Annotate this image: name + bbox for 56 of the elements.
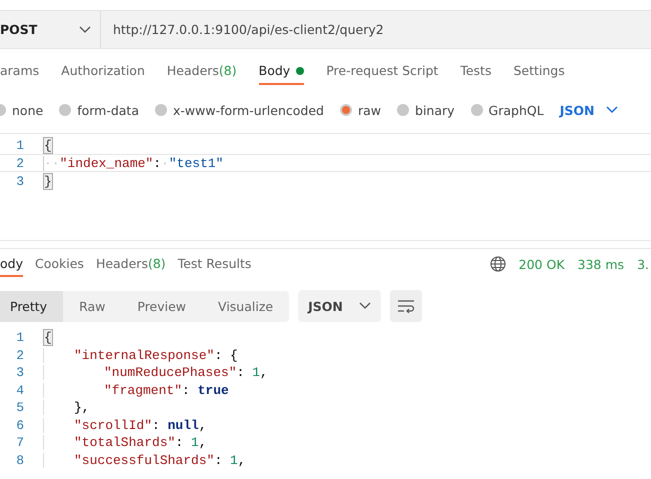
body-type-radio[interactable]: none [0, 102, 44, 118]
status-code: 200 OK [518, 256, 565, 272]
body-type-radio[interactable]: form-data [59, 102, 139, 118]
format-dropdown[interactable]: JSON [560, 102, 618, 118]
view-mode-tab[interactable]: Visualize [202, 290, 290, 322]
code-line: } [43, 174, 52, 188]
line-number: 1 [15, 330, 24, 346]
line-number: 3 [15, 174, 24, 188]
request-tab[interactable]: Authorization [61, 63, 145, 85]
body-type-radio[interactable]: raw [340, 102, 382, 118]
code-line: }, [43, 400, 90, 416]
wrap-lines-button[interactable] [390, 290, 422, 322]
line-number: 5 [15, 400, 24, 416]
request-tab[interactable]: Headers(8) [166, 63, 237, 85]
body-type-radio[interactable]: x-www-form-urlencoded [155, 102, 324, 118]
line-number: 2 [15, 156, 24, 170]
response-tab[interactable]: Test Results [178, 256, 252, 277]
line-number: 7 [15, 435, 24, 450]
line-number: 4 [15, 382, 24, 398]
code-line: ··"index_name":·"test1" [43, 156, 224, 170]
code-line: "numReducePhases": 1, [43, 365, 268, 380]
line-number: 2 [15, 348, 24, 363]
body-type-radio[interactable]: binary [397, 102, 455, 118]
method-dropdown[interactable]: POST [0, 11, 101, 48]
chevron-down-icon [606, 106, 618, 114]
request-tab[interactable]: Body [258, 63, 304, 85]
response-tab[interactable]: Headers(8) [96, 256, 166, 277]
request-tab[interactable]: Settings [513, 63, 565, 85]
request-tab[interactable]: arams [0, 63, 40, 85]
response-time: 338 ms [578, 256, 624, 272]
line-number: 6 [15, 418, 24, 433]
line-number: 1 [15, 138, 24, 152]
response-size: 3. [637, 256, 649, 272]
code-line: { [43, 330, 52, 346]
wrap-lines-icon [396, 299, 415, 313]
code-line: "successfulShards": 1, [43, 452, 246, 468]
view-mode-tab[interactable]: Pretty [0, 290, 64, 322]
code-line: "fragment": true [43, 382, 229, 398]
url-field[interactable]: http://127.0.0.1:9100/api/es-client2/query2 [101, 11, 384, 48]
code-line: "internalResponse": { [43, 348, 238, 363]
globe-icon [490, 256, 506, 272]
request-tab[interactable]: Pre-request Script [326, 63, 438, 85]
chevron-down-icon [79, 26, 91, 34]
line-number: 8 [15, 452, 24, 468]
view-mode-tab[interactable]: Preview [121, 290, 202, 322]
chevron-down-icon [358, 302, 371, 310]
code-line: "totalShards": 1, [43, 435, 207, 450]
request-tab[interactable]: Tests [460, 63, 492, 85]
response-tab[interactable]: Cookies [34, 256, 84, 277]
code-line: "scrollId": null, [43, 418, 207, 433]
format-dropdown[interactable]: JSON [298, 290, 381, 322]
code-line: { [43, 138, 52, 152]
view-mode-tab[interactable]: Raw [63, 290, 122, 322]
line-number: 3 [15, 365, 24, 380]
body-type-radio[interactable]: GraphQL [470, 102, 544, 118]
response-tab[interactable]: ody [0, 256, 23, 277]
